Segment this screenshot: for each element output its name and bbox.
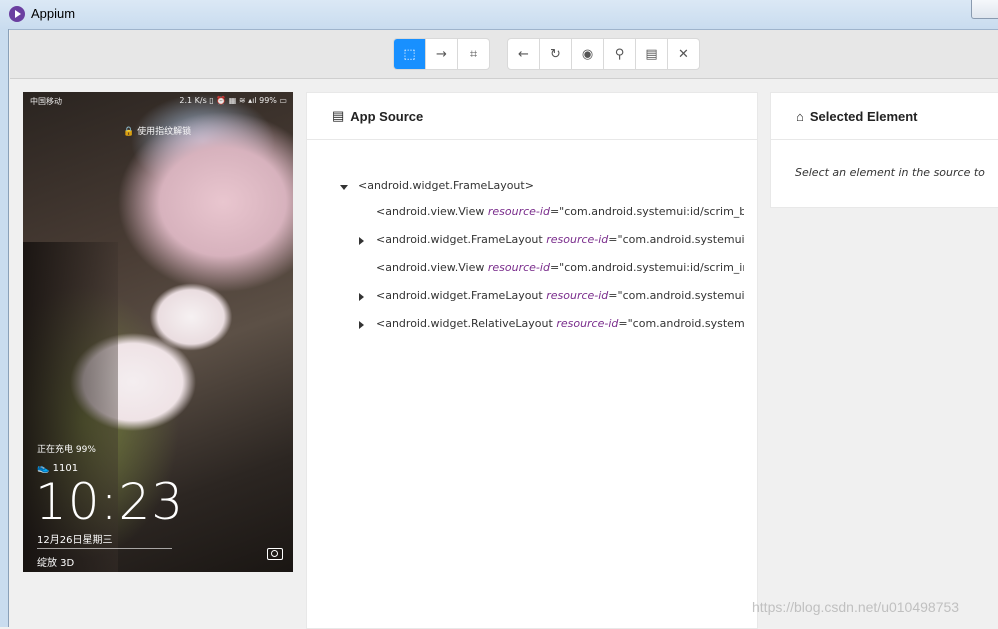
- node-attribute-name: resource-id: [546, 233, 609, 246]
- window-titlebar: Appium: [0, 0, 998, 30]
- search-button[interactable]: ⚲: [604, 39, 636, 69]
- select-element-icon: ⬚: [403, 46, 416, 62]
- interaction-mode-group: ⬚ → ⌗: [393, 38, 490, 70]
- close-icon: ✕: [678, 46, 689, 62]
- node-tag: <android.widget.FrameLayout: [376, 233, 547, 246]
- node-attribute-value: ="com.android.systemui:id: [618, 317, 744, 330]
- inspector-content: 中国移动 2.1 K/s ▯ ⏰ ▦ ≋ ▴ıl 99% ▭ 🔒 使用指纹解锁 …: [10, 79, 998, 629]
- eye-icon: ◉: [581, 46, 594, 62]
- charging-status: 正在充电 99%: [37, 445, 96, 455]
- node-tag: <android.view.View: [376, 205, 488, 218]
- source-tree: <android.widget.FrameLayout> <android.vie…: [307, 140, 744, 380]
- node-attribute-value: ="com.android.systemui:id/scrim_in_fro: [549, 261, 744, 274]
- window-frame: [0, 29, 9, 627]
- app-source-title: App Source: [350, 108, 424, 124]
- copy-xml-icon: ▤: [645, 46, 658, 62]
- node-attribute-name: resource-id: [487, 261, 550, 274]
- node-attribute-value: ="com.android.systemui:id/r: [608, 233, 744, 246]
- close-button[interactable]: ✕: [668, 39, 699, 69]
- app-source-header: ▤ App Source: [307, 93, 757, 140]
- lockscreen-clock: 10:23: [35, 473, 185, 531]
- node-attribute-name: resource-id: [556, 317, 619, 330]
- window-title: Appium: [31, 6, 76, 21]
- node-tag: <android.widget.FrameLayout>: [358, 179, 534, 192]
- node-tag: <android.view.View: [376, 261, 488, 274]
- refresh-icon: ↻: [550, 46, 561, 62]
- refresh-button[interactable]: ↻: [540, 39, 572, 69]
- inspector-toolbar: ⬚ → ⌗ ← ↻ ◉ ⚲ ▤ ✕: [10, 30, 998, 79]
- node-tag: <android.widget.FrameLayout: [376, 289, 547, 302]
- selected-element-hint: Select an element in the source to begin: [795, 166, 986, 179]
- watermark-text: https://blog.csdn.net/u010498753: [752, 599, 960, 615]
- source-tree-node[interactable]: <android.view.View resource-id="com.andr…: [376, 205, 744, 218]
- back-arrow-button[interactable]: ←: [508, 39, 540, 69]
- tag-icon: ⌂: [796, 108, 804, 124]
- eye-button[interactable]: ◉: [572, 39, 604, 69]
- selected-element-panel: ⌂ Selected Element Select an element in …: [770, 92, 998, 208]
- wallpaper-label: 绽放 3D: [37, 558, 75, 569]
- source-tree-node[interactable]: <android.widget.RelativeLayout resource-…: [376, 317, 744, 330]
- collapse-toggle-icon[interactable]: [340, 185, 348, 190]
- source-tree-node[interactable]: <android.widget.FrameLayout>: [358, 179, 534, 192]
- appium-logo-icon: [9, 6, 25, 22]
- source-tree-node[interactable]: <android.widget.FrameLayout resource-id=…: [376, 289, 744, 302]
- selected-element-header: ⌂ Selected Element: [771, 93, 998, 140]
- search-icon: ⚲: [614, 46, 625, 62]
- copy-xml-button[interactable]: ▤: [636, 39, 668, 69]
- lockscreen-divider: [37, 548, 172, 549]
- swipe-arrow-icon: →: [436, 46, 447, 62]
- camera-icon: [267, 548, 283, 560]
- source-tree-node[interactable]: <android.view.View resource-id="com.andr…: [376, 261, 744, 274]
- select-element-button[interactable]: ⬚: [394, 39, 426, 69]
- selected-element-body: Select an element in the source to begin: [771, 140, 986, 206]
- node-attribute-name: resource-id: [487, 205, 550, 218]
- expand-toggle-icon[interactable]: [359, 237, 364, 245]
- source-tree-node[interactable]: <android.widget.FrameLayout resource-id=…: [376, 233, 744, 246]
- carrier-label: 中国移动: [30, 97, 62, 106]
- tap-coordinates-icon: ⌗: [469, 46, 478, 62]
- tap-coordinates-button[interactable]: ⌗: [458, 39, 489, 69]
- swipe-arrow-button[interactable]: →: [426, 39, 458, 69]
- file-text-icon: ▤: [332, 108, 345, 123]
- node-tag: <android.widget.RelativeLayout: [376, 317, 557, 330]
- selected-element-title: Selected Element: [809, 108, 918, 124]
- actions-group: ← ↻ ◉ ⚲ ▤ ✕: [507, 38, 700, 70]
- expand-toggle-icon[interactable]: [359, 293, 364, 301]
- app-source-panel: ▤ App Source <android.widget.FrameLayout…: [306, 92, 758, 629]
- back-arrow-icon: ←: [518, 46, 529, 62]
- unlock-hint: 🔒 使用指纹解锁: [123, 127, 192, 137]
- window-control-button[interactable]: [971, 0, 998, 19]
- node-attribute-value: ="com.android.systemui:id/l: [608, 289, 744, 302]
- node-attribute-value: ="com.android.systemui:id/scrim_behi: [549, 205, 744, 218]
- expand-toggle-icon[interactable]: [359, 321, 364, 329]
- device-screenshot[interactable]: 中国移动 2.1 K/s ▯ ⏰ ▦ ≋ ▴ıl 99% ▭ 🔒 使用指纹解锁 …: [23, 92, 293, 572]
- lockscreen-date: 12月26日星期三: [37, 535, 113, 546]
- node-attribute-name: resource-id: [546, 289, 609, 302]
- status-icons: 2.1 K/s ▯ ⏰ ▦ ≋ ▴ıl 99% ▭: [179, 96, 287, 105]
